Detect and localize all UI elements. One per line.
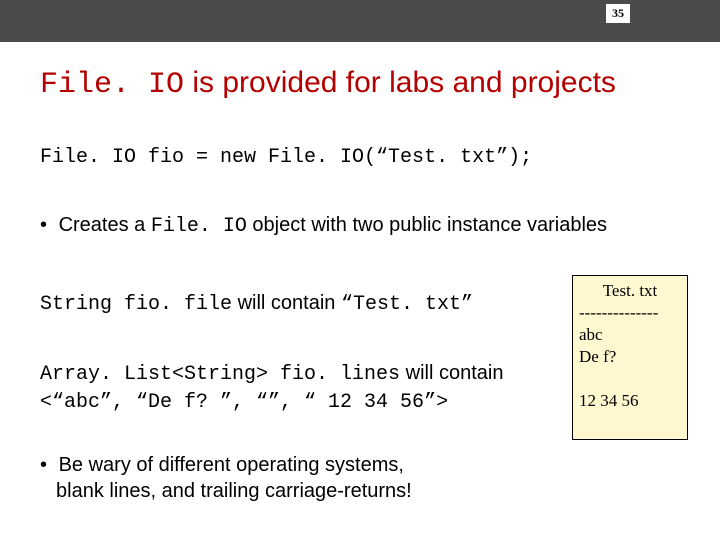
file-dashes: -------------- [579,302,681,324]
line2-code2: “Test. txt” [341,293,473,316]
bullet1-code: File. IO [151,215,247,238]
bullet1-pre: Creates a [53,214,151,236]
string-file-line: String fio. file will contain “Test. txt… [40,292,520,316]
title-rest: is provided for labs and projects [184,66,616,99]
file-contents-box: Test. txt -------------- abc De f? 12 34… [572,275,688,440]
file-line-4: 12 34 56 [579,390,681,412]
file-line-3 [579,368,681,390]
line2-code: String fio. file [40,293,232,316]
bullet-creates: • Creates a File. IO object with two pub… [40,214,680,238]
arraylist-line: Array. List<String> fio. lines will cont… [40,360,520,416]
bullet2-dot: • [40,454,47,476]
code-example: File. IO fio = new File. IO(“Test. txt”)… [40,146,532,169]
slide-title: File. IO is provided for labs and projec… [40,66,680,102]
page-number: 35 [606,4,630,23]
file-line-2: De f? [579,346,681,368]
bullet1-post: object with two public instance variable… [247,214,607,236]
bullet-dot: • [40,214,47,236]
line3-mid: will contain [400,362,503,384]
slide: 35 File. IO is provided for labs and pro… [0,0,720,540]
bullet-wary: • Be wary of different operating systems… [40,452,520,504]
file-name: Test. txt [579,280,681,302]
bullet2-l2: blank lines, and trailing carriage-retur… [56,478,520,504]
line3-code1: Array. List<String> fio. lines [40,363,400,386]
line2-mid: will contain [232,292,341,314]
top-bar: 35 [0,0,720,42]
file-line-1: abc [579,324,681,346]
title-code: File. IO [40,68,184,102]
line3-code2: <“abc”, “De f? ”, “”, “ 12 34 56”> [40,391,448,414]
bullet2-l1: Be wary of different operating systems, [53,454,404,476]
